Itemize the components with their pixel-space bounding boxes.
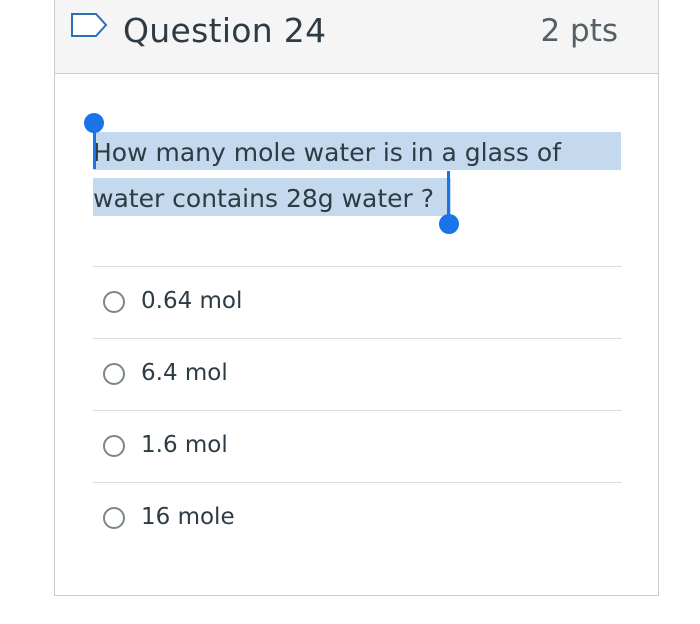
answer-option[interactable]: 16 mole xyxy=(93,482,622,554)
radio-button[interactable] xyxy=(103,291,125,313)
question-points: 2 pts xyxy=(540,13,618,49)
question-title: Question 24 xyxy=(123,11,327,50)
selection-end-handle-knob[interactable] xyxy=(439,214,459,234)
selection-start-handle-knob[interactable] xyxy=(84,113,104,133)
answer-option[interactable]: 1.6 mol xyxy=(93,410,622,482)
question-card: Question 24 2 pts How many mole water is… xyxy=(54,0,659,596)
question-text-line: water contains 28g water ? xyxy=(93,184,435,213)
radio-button[interactable] xyxy=(103,507,125,529)
question-text: How many mole water is in a glass of wat… xyxy=(93,130,623,222)
radio-button[interactable] xyxy=(103,435,125,457)
answer-label[interactable]: 16 mole xyxy=(141,502,235,532)
answer-option[interactable]: 0.64 mol xyxy=(93,266,622,338)
answer-label[interactable]: 0.64 mol xyxy=(141,286,242,316)
flag-icon[interactable] xyxy=(70,8,110,42)
selection-end-handle[interactable] xyxy=(447,171,450,219)
answer-label[interactable]: 6.4 mol xyxy=(141,358,228,388)
answer-label[interactable]: 1.6 mol xyxy=(141,430,228,460)
radio-button[interactable] xyxy=(103,363,125,385)
answer-option[interactable]: 6.4 mol xyxy=(93,338,622,410)
answer-list: 0.64 mol 6.4 mol 1.6 mol 16 mole xyxy=(93,266,622,554)
question-text-line: How many mole water is in a glass of xyxy=(93,138,561,167)
question-header: Question 24 2 pts xyxy=(55,0,658,74)
